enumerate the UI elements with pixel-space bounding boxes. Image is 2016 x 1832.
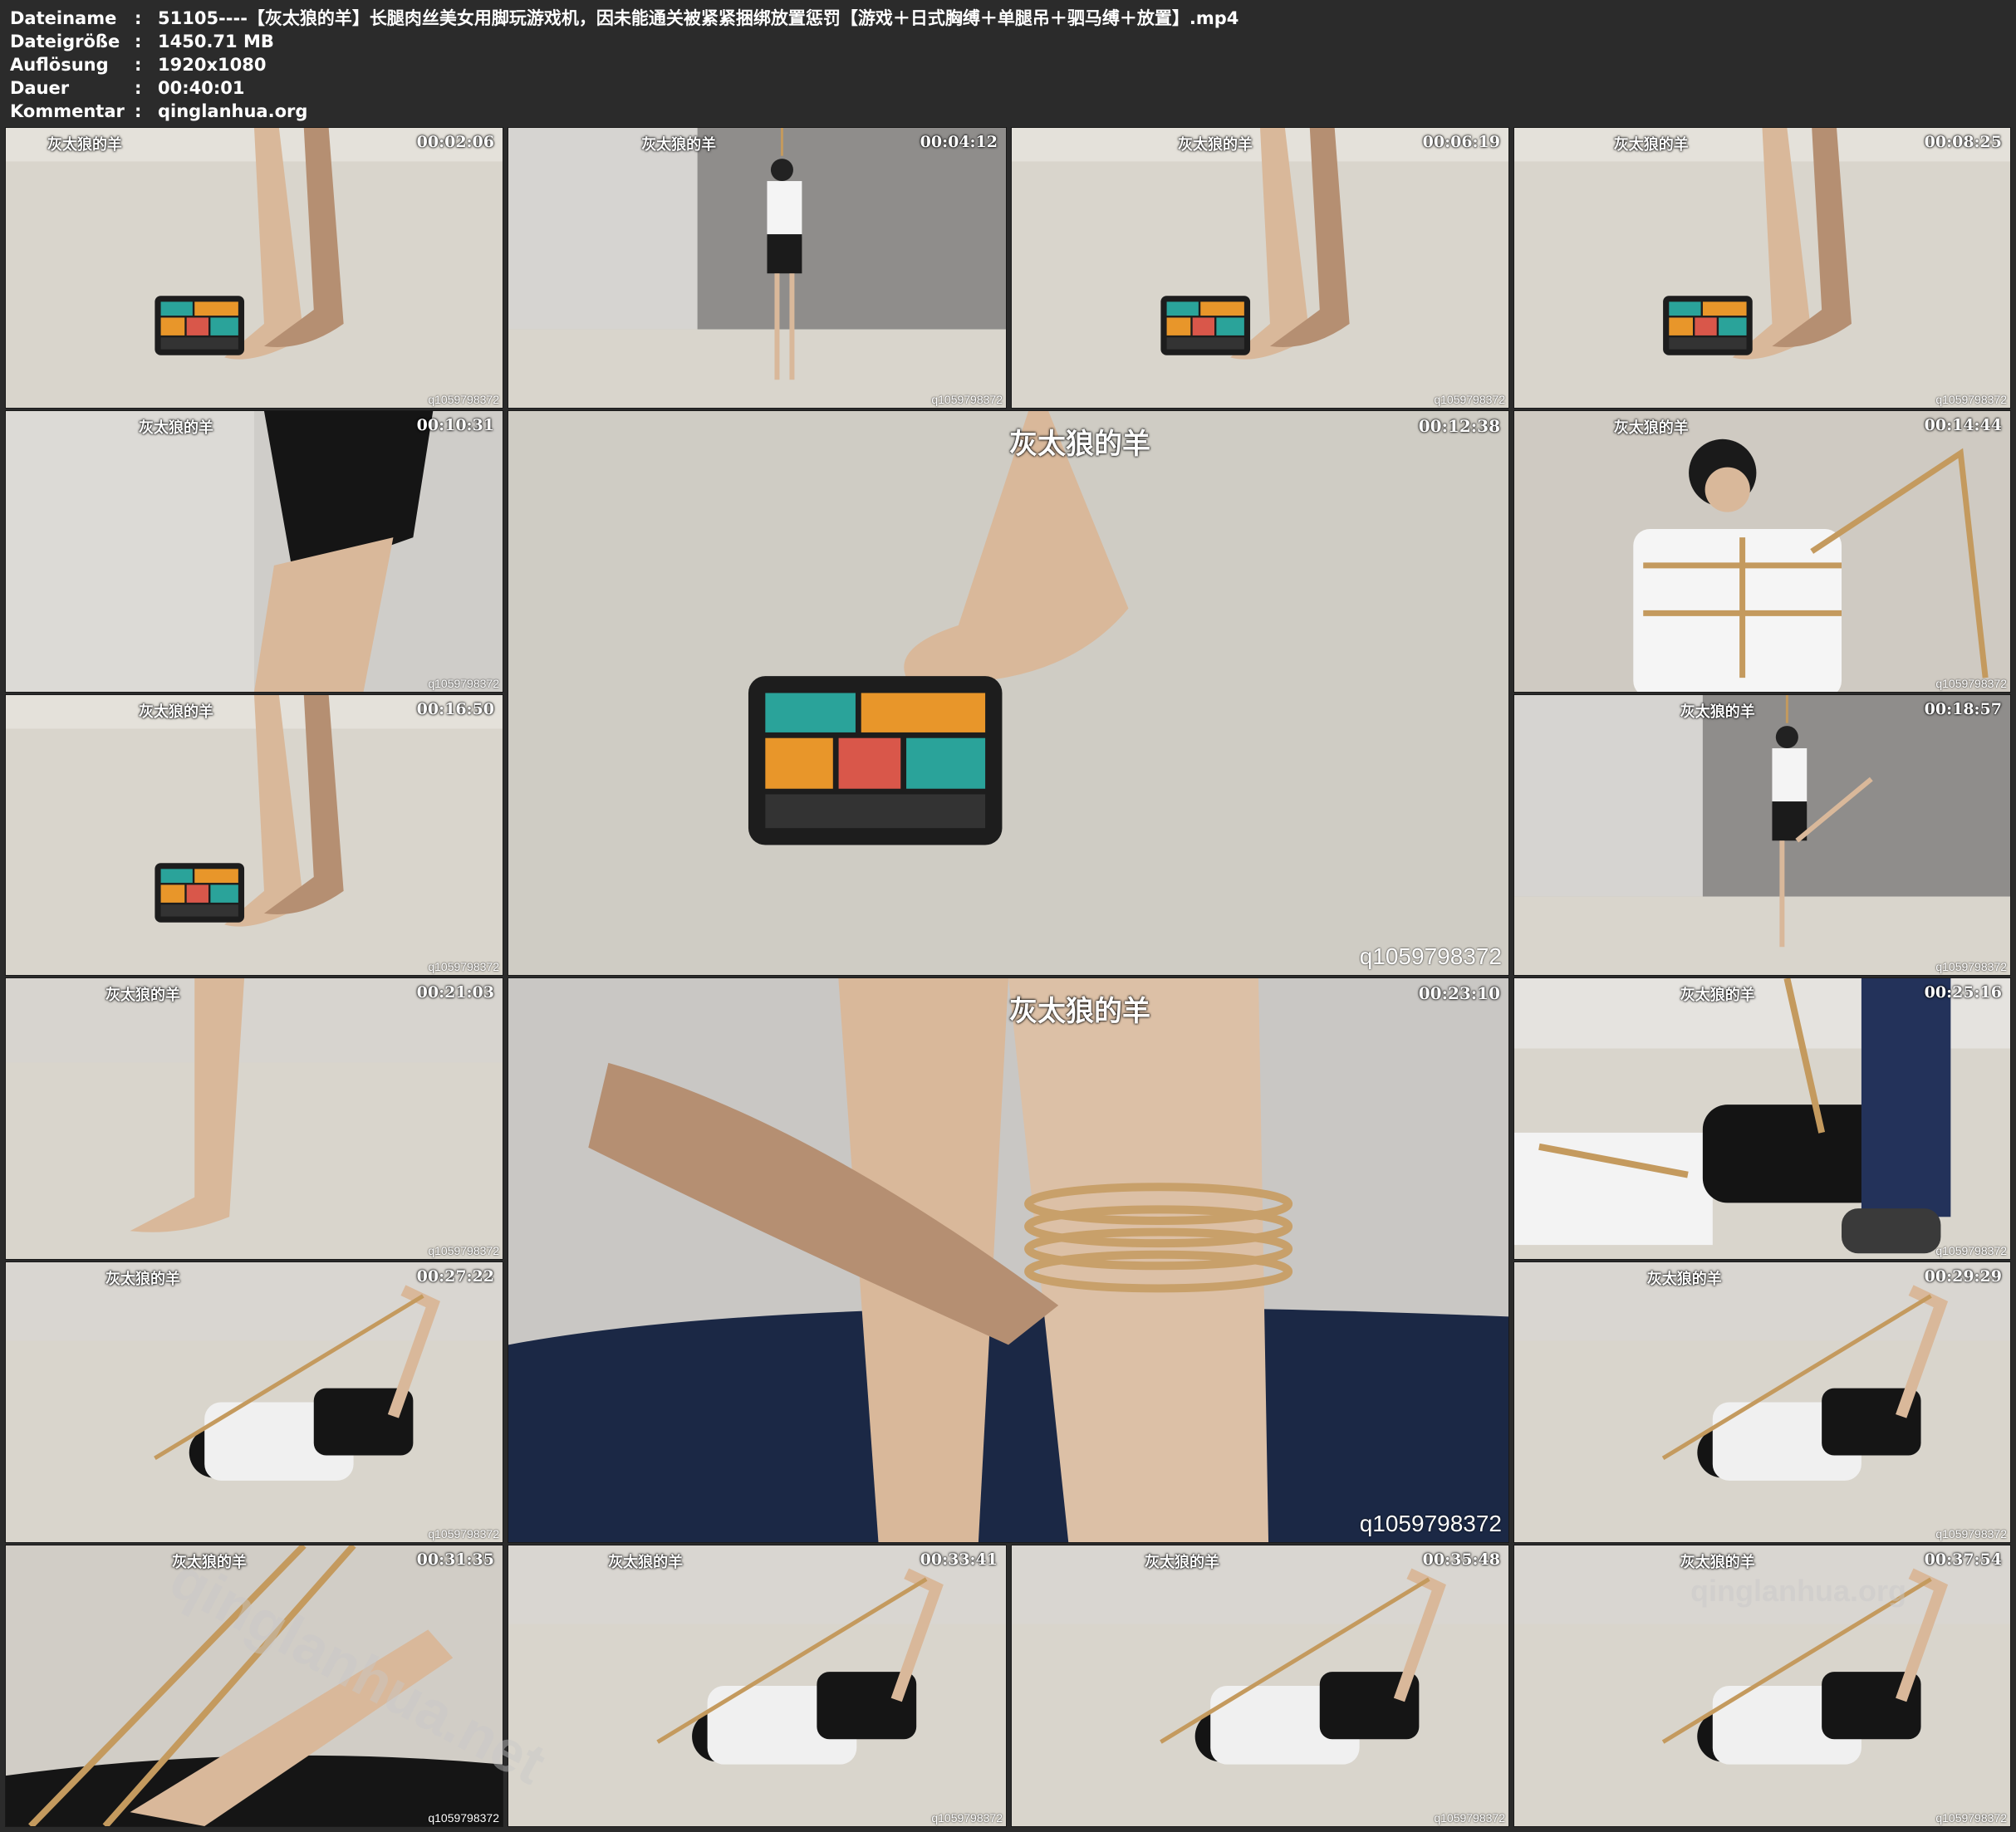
- info-row-filesize: Dateigröße : 1450.71 MB: [10, 30, 1239, 53]
- video-thumbnail[interactable]: 灰太狼的羊 00:16:50 q1059798372: [5, 694, 503, 976]
- uploader-id: q1059798372: [1935, 960, 2007, 973]
- channel-watermark: 灰太狼的羊: [1009, 428, 1150, 461]
- info-label: Dateigröße: [10, 32, 120, 51]
- channel-watermark: 灰太狼的羊: [1646, 1271, 1722, 1288]
- info-row-duration: Dauer : 00:40:01: [10, 76, 1239, 100]
- uploader-id: q1059798372: [931, 393, 1003, 406]
- video-thumbnail[interactable]: 灰太狼的羊 00:27:22 q1059798372: [5, 1261, 503, 1543]
- channel-watermark: 灰太狼的羊: [1613, 136, 1689, 154]
- timestamp: 00:21:03: [416, 983, 494, 1002]
- video-thumbnail[interactable]: 灰太狼的羊 00:02:06 q1059798372: [5, 127, 503, 409]
- uploader-id: q1059798372: [931, 1811, 1003, 1825]
- video-thumbnail[interactable]: 灰太狼的羊 00:08:25 q1059798372: [1513, 127, 2011, 409]
- timestamp: 00:33:41: [920, 1550, 998, 1569]
- uploader-id: q1059798372: [1935, 677, 2007, 690]
- timestamp: 00:18:57: [1924, 700, 2002, 718]
- channel-watermark: 灰太狼的羊: [139, 419, 213, 437]
- info-value-filename: 51105----【灰太狼的羊】长腿肉丝美女用脚玩游戏机，因未能通关被紧紧捆绑放…: [158, 8, 1239, 28]
- uploader-id: q1059798372: [1935, 1244, 2007, 1257]
- channel-watermark: 灰太狼的羊: [608, 1554, 684, 1571]
- channel-watermark: 灰太狼的羊: [1613, 419, 1689, 437]
- uploader-id: q1059798372: [1359, 1511, 1502, 1536]
- timestamp: 00:25:16: [1924, 983, 2002, 1002]
- video-thumbnail[interactable]: 灰太狼的羊 00:31:35 q1059798372: [5, 1545, 503, 1827]
- video-thumbnail[interactable]: 灰太狼的羊 00:04:12 q1059798372: [508, 127, 1007, 409]
- video-thumbnail[interactable]: 灰太狼的羊 00:10:31 q1059798372: [5, 410, 503, 693]
- video-thumbnail[interactable]: 灰太狼的羊 00:33:41 q1059798372: [508, 1545, 1007, 1827]
- channel-watermark: 灰太狼的羊: [172, 1554, 247, 1571]
- info-label: Dauer: [10, 78, 70, 98]
- timestamp: 00:35:48: [1422, 1550, 1500, 1569]
- timestamp: 00:02:06: [416, 133, 494, 151]
- uploader-id: q1059798372: [428, 677, 499, 690]
- channel-watermark: 灰太狼的羊: [1680, 1554, 1755, 1571]
- timestamp: 00:10:31: [416, 416, 494, 434]
- uploader-id: q1059798372: [428, 1244, 499, 1257]
- info-value-comment: qinglanhua.org: [158, 101, 308, 121]
- uploader-id: q1059798372: [428, 1527, 499, 1541]
- info-value-duration: 00:40:01: [158, 78, 245, 98]
- file-info-header: Dateiname : 51105----【灰太狼的羊】长腿肉丝美女用脚玩游戏机…: [10, 7, 1239, 123]
- channel-watermark: 灰太狼的羊: [139, 703, 213, 721]
- info-separator: :: [135, 55, 142, 75]
- uploader-id: q1059798372: [1935, 1811, 2007, 1825]
- info-separator: :: [135, 101, 142, 121]
- timestamp: 00:16:50: [416, 700, 494, 718]
- timestamp: 00:08:25: [1924, 133, 2002, 151]
- info-row-resolution: Auflösung : 1920x1080: [10, 53, 1239, 76]
- channel-watermark: 灰太狼的羊: [1178, 136, 1253, 154]
- info-separator: :: [135, 8, 142, 28]
- uploader-id: q1059798372: [428, 960, 499, 973]
- channel-watermark: 灰太狼的羊: [1009, 995, 1150, 1028]
- timestamp: 00:31:35: [416, 1550, 494, 1569]
- timestamp: 00:27:22: [416, 1267, 494, 1286]
- channel-watermark: 灰太狼的羊: [105, 987, 180, 1004]
- video-thumbnail[interactable]: 灰太狼的羊 00:12:38 q1059798372: [508, 410, 1509, 976]
- video-thumbnail[interactable]: 灰太狼的羊 00:23:10 q1059798372: [508, 977, 1509, 1543]
- video-thumbnail[interactable]: 灰太狼的羊 00:37:54 q1059798372: [1513, 1545, 2011, 1827]
- video-thumbnail[interactable]: 灰太狼的羊 00:35:48 q1059798372: [1011, 1545, 1509, 1827]
- info-value-filesize: 1450.71 MB: [158, 32, 274, 51]
- uploader-id: q1059798372: [428, 393, 499, 406]
- video-thumbnail[interactable]: 灰太狼的羊 00:18:57 q1059798372: [1513, 694, 2011, 976]
- channel-watermark: 灰太狼的羊: [1145, 1554, 1219, 1571]
- timestamp: 00:37:54: [1924, 1550, 2002, 1569]
- timestamp: 00:06:19: [1422, 133, 1500, 151]
- timestamp: 00:14:44: [1924, 416, 2002, 434]
- uploader-id: q1059798372: [1935, 393, 2007, 406]
- uploader-id: q1059798372: [1359, 943, 1502, 969]
- timestamp: 00:29:29: [1924, 1267, 2002, 1286]
- info-label: Kommentar: [10, 101, 125, 121]
- timestamp: 00:12:38: [1418, 416, 1500, 436]
- channel-watermark: 灰太狼的羊: [1680, 987, 1755, 1004]
- info-separator: :: [135, 78, 142, 98]
- video-thumbnail[interactable]: 灰太狼的羊 00:14:44 q1059798372: [1513, 410, 2011, 693]
- info-label: Dateiname: [10, 8, 117, 28]
- video-thumbnail[interactable]: 灰太狼的羊 00:21:03 q1059798372: [5, 977, 503, 1260]
- uploader-id: q1059798372: [1434, 1811, 1505, 1825]
- channel-watermark: 灰太狼的羊: [47, 136, 122, 154]
- timestamp: 00:04:12: [920, 133, 998, 151]
- video-thumbnail[interactable]: 灰太狼的羊 00:06:19 q1059798372: [1011, 127, 1509, 409]
- info-label: Auflösung: [10, 55, 109, 75]
- info-row-filename: Dateiname : 51105----【灰太狼的羊】长腿肉丝美女用脚玩游戏机…: [10, 7, 1239, 30]
- video-thumbnail[interactable]: 灰太狼的羊 00:25:16 q1059798372: [1513, 977, 2011, 1260]
- uploader-id: q1059798372: [428, 1811, 499, 1825]
- channel-watermark: 灰太狼的羊: [641, 136, 717, 154]
- uploader-id: q1059798372: [1935, 1527, 2007, 1541]
- video-thumbnail[interactable]: 灰太狼的羊 00:29:29 q1059798372: [1513, 1261, 2011, 1543]
- channel-watermark: 灰太狼的羊: [1680, 703, 1755, 721]
- timestamp: 00:23:10: [1418, 983, 1500, 1003]
- info-separator: :: [135, 32, 142, 51]
- uploader-id: q1059798372: [1434, 393, 1505, 406]
- info-value-resolution: 1920x1080: [158, 55, 267, 75]
- info-row-comment: Kommentar : qinglanhua.org: [10, 100, 1239, 123]
- channel-watermark: 灰太狼的羊: [105, 1271, 180, 1288]
